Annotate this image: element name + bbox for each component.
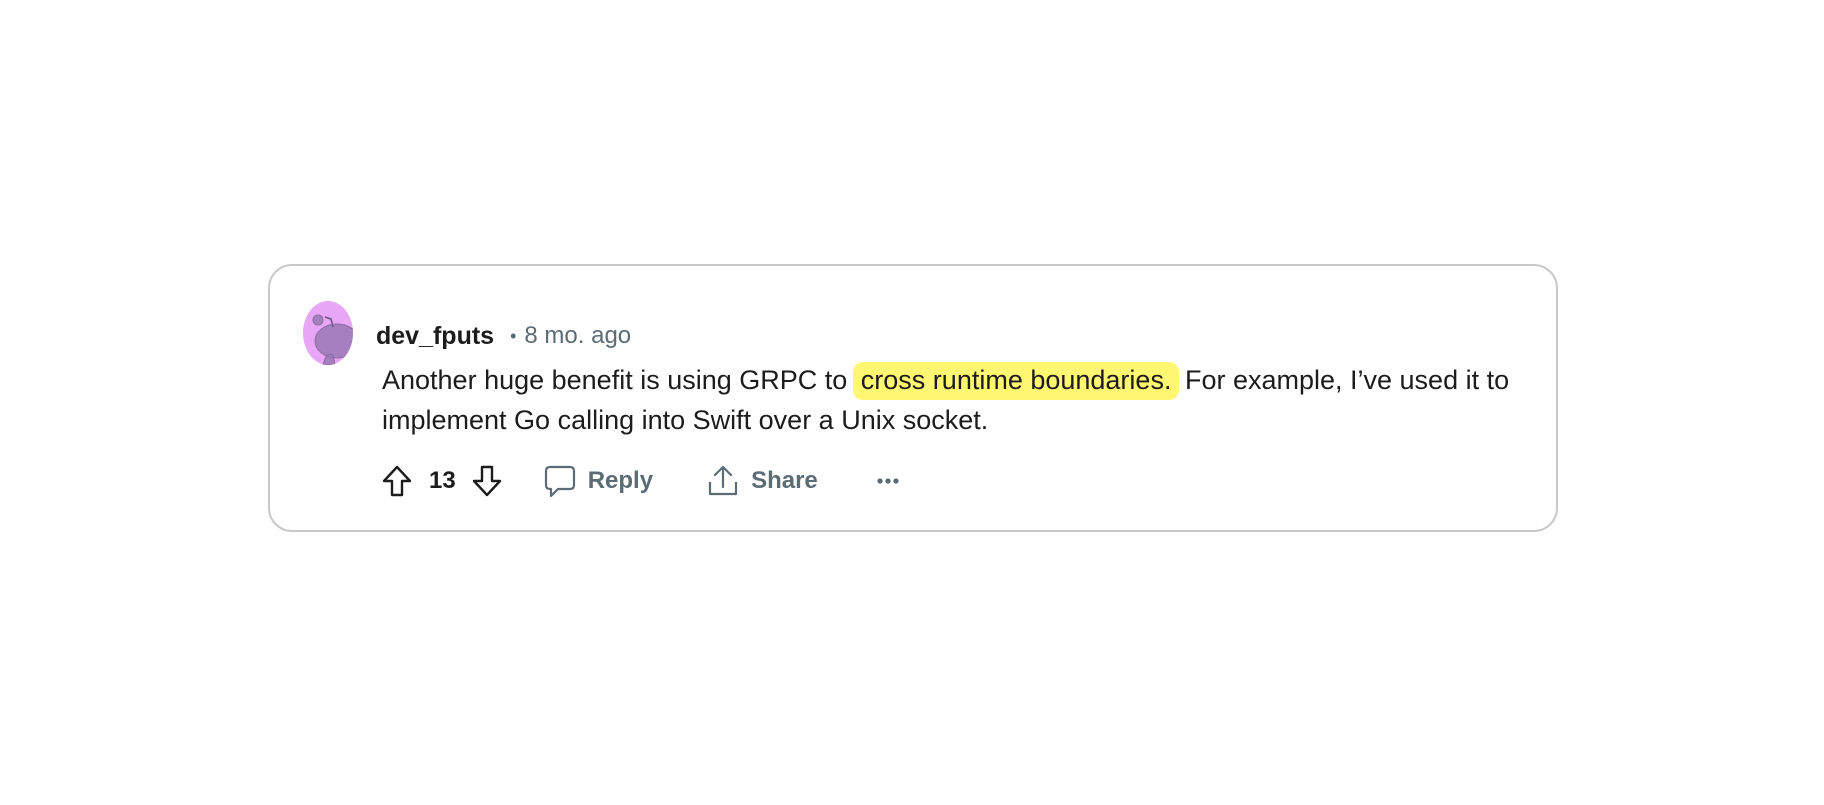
reply-button[interactable]: Reply [544,464,653,498]
reply-label: Reply [587,467,654,494]
share-upload-icon [708,465,738,496]
upvote-arrow-icon [382,465,412,497]
share-label: Share [751,467,818,494]
username-link[interactable]: dev_fputs [376,322,494,351]
share-button[interactable]: Share [707,465,818,497]
comment-actions: 13 Reply Share [382,461,912,501]
more-options-button[interactable] [876,477,912,485]
meta-separator: • [510,325,517,346]
comment-card: dev_fputs • 8 mo. ago Another huge benef… [268,264,1558,532]
upvote-button[interactable] [382,465,412,497]
user-avatar[interactable] [303,301,353,365]
snoo-avatar-icon [312,314,353,365]
timestamp[interactable]: 8 mo. ago [524,322,631,350]
comment-body: Another huge benefit is using GRPC to cr… [382,360,1542,440]
ellipsis-icon [877,478,899,484]
downvote-button[interactable] [472,465,502,497]
vote-count: 13 [429,467,456,494]
comment-text-before: Another huge benefit is using GRPC to [382,365,848,395]
comment-header: dev_fputs • 8 mo. ago [376,321,631,351]
downvote-arrow-icon [472,465,501,497]
highlighted-text: cross runtime boundaries. [852,362,1180,400]
speech-bubble-icon [544,465,575,498]
